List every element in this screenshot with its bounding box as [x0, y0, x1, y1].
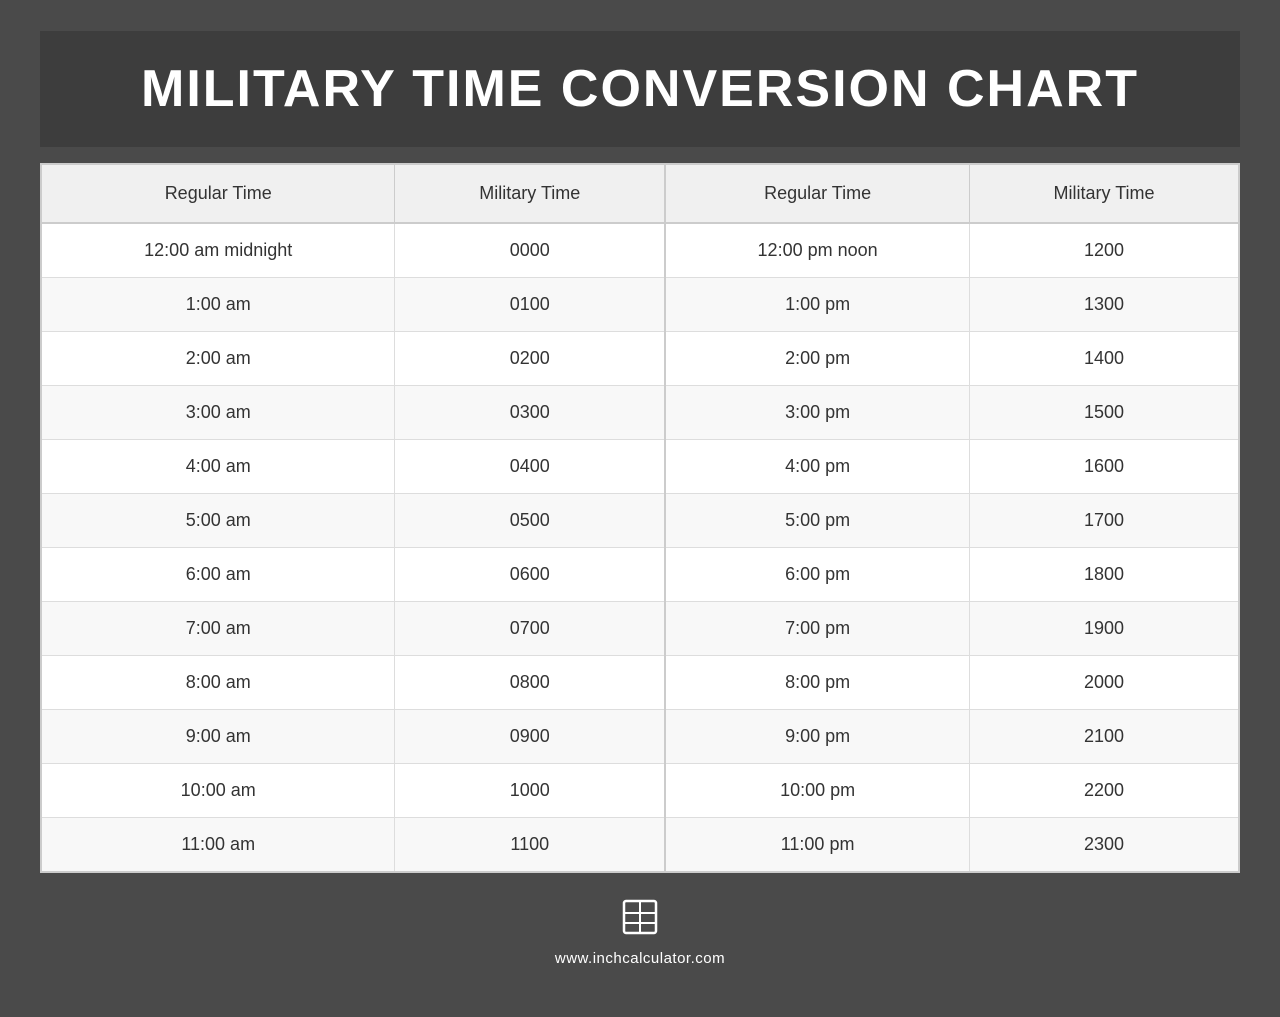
table-cell-row3-col3: 1500 [970, 385, 1238, 439]
calculator-icon [620, 897, 660, 942]
table-cell-row10-col3: 2200 [970, 763, 1238, 817]
table-cell-row9-col3: 2100 [970, 709, 1238, 763]
table-cell-row1-col1: 0100 [395, 277, 665, 331]
table-cell-row4-col3: 1600 [970, 439, 1238, 493]
table-cell-row0-col2: 12:00 pm noon [665, 223, 969, 278]
table-row: 5:00 am05005:00 pm1700 [42, 493, 1238, 547]
table-cell-row10-col1: 1000 [395, 763, 665, 817]
table-row: 2:00 am02002:00 pm1400 [42, 331, 1238, 385]
col-header-regular-time-2: Regular Time [665, 165, 969, 223]
table-header-row: Regular Time Military Time Regular Time … [42, 165, 1238, 223]
table-cell-row2-col3: 1400 [970, 331, 1238, 385]
table-cell-row2-col2: 2:00 pm [665, 331, 969, 385]
table-row: 6:00 am06006:00 pm1800 [42, 547, 1238, 601]
table-cell-row1-col0: 1:00 am [42, 277, 395, 331]
table-cell-row9-col0: 9:00 am [42, 709, 395, 763]
table-cell-row7-col3: 1900 [970, 601, 1238, 655]
table-cell-row1-col3: 1300 [970, 277, 1238, 331]
table-cell-row0-col0: 12:00 am midnight [42, 223, 395, 278]
page-title: MILITARY TIME CONVERSION CHART [60, 59, 1220, 119]
table-cell-row11-col0: 11:00 am [42, 817, 395, 871]
table-cell-row7-col0: 7:00 am [42, 601, 395, 655]
table-cell-row2-col1: 0200 [395, 331, 665, 385]
table-cell-row8-col0: 8:00 am [42, 655, 395, 709]
table-row: 3:00 am03003:00 pm1500 [42, 385, 1238, 439]
table-cell-row5-col1: 0500 [395, 493, 665, 547]
col-header-military-time-2: Military Time [970, 165, 1238, 223]
table-cell-row3-col1: 0300 [395, 385, 665, 439]
table-cell-row4-col2: 4:00 pm [665, 439, 969, 493]
table-row: 9:00 am09009:00 pm2100 [42, 709, 1238, 763]
table-cell-row0-col3: 1200 [970, 223, 1238, 278]
col-header-regular-time-1: Regular Time [42, 165, 395, 223]
table-container: Regular Time Military Time Regular Time … [40, 163, 1240, 873]
table-cell-row2-col0: 2:00 am [42, 331, 395, 385]
table-cell-row9-col1: 0900 [395, 709, 665, 763]
footer-section: www.inchcalculator.com [555, 897, 725, 967]
table-cell-row8-col1: 0800 [395, 655, 665, 709]
table-row: 1:00 am01001:00 pm1300 [42, 277, 1238, 331]
table-row: 7:00 am07007:00 pm1900 [42, 601, 1238, 655]
table-cell-row10-col0: 10:00 am [42, 763, 395, 817]
table-cell-row7-col2: 7:00 pm [665, 601, 969, 655]
table-cell-row6-col3: 1800 [970, 547, 1238, 601]
table-cell-row6-col2: 6:00 pm [665, 547, 969, 601]
table-cell-row3-col0: 3:00 am [42, 385, 395, 439]
table-cell-row11-col3: 2300 [970, 817, 1238, 871]
table-cell-row4-col0: 4:00 am [42, 439, 395, 493]
table-cell-row8-col2: 8:00 pm [665, 655, 969, 709]
table-cell-row5-col0: 5:00 am [42, 493, 395, 547]
table-cell-row6-col1: 0600 [395, 547, 665, 601]
table-cell-row7-col1: 0700 [395, 601, 665, 655]
table-row: 4:00 am04004:00 pm1600 [42, 439, 1238, 493]
col-header-military-time-1: Military Time [395, 165, 665, 223]
table-cell-row11-col2: 11:00 pm [665, 817, 969, 871]
title-section: MILITARY TIME CONVERSION CHART [40, 31, 1240, 147]
table-row: 11:00 am110011:00 pm2300 [42, 817, 1238, 871]
table-cell-row0-col1: 0000 [395, 223, 665, 278]
table-cell-row11-col1: 1100 [395, 817, 665, 871]
table-cell-row9-col2: 9:00 pm [665, 709, 969, 763]
table-cell-row8-col3: 2000 [970, 655, 1238, 709]
table-cell-row4-col1: 0400 [395, 439, 665, 493]
table-cell-row5-col2: 5:00 pm [665, 493, 969, 547]
website-url: www.inchcalculator.com [555, 950, 725, 967]
table-cell-row1-col2: 1:00 pm [665, 277, 969, 331]
table-cell-row10-col2: 10:00 pm [665, 763, 969, 817]
table-row: 12:00 am midnight000012:00 pm noon1200 [42, 223, 1238, 278]
table-row: 10:00 am100010:00 pm2200 [42, 763, 1238, 817]
page-wrapper: MILITARY TIME CONVERSION CHART Regular T… [0, 0, 1280, 1017]
table-cell-row6-col0: 6:00 am [42, 547, 395, 601]
conversion-table: Regular Time Military Time Regular Time … [42, 165, 1238, 871]
table-cell-row3-col2: 3:00 pm [665, 385, 969, 439]
table-row: 8:00 am08008:00 pm2000 [42, 655, 1238, 709]
table-cell-row5-col3: 1700 [970, 493, 1238, 547]
